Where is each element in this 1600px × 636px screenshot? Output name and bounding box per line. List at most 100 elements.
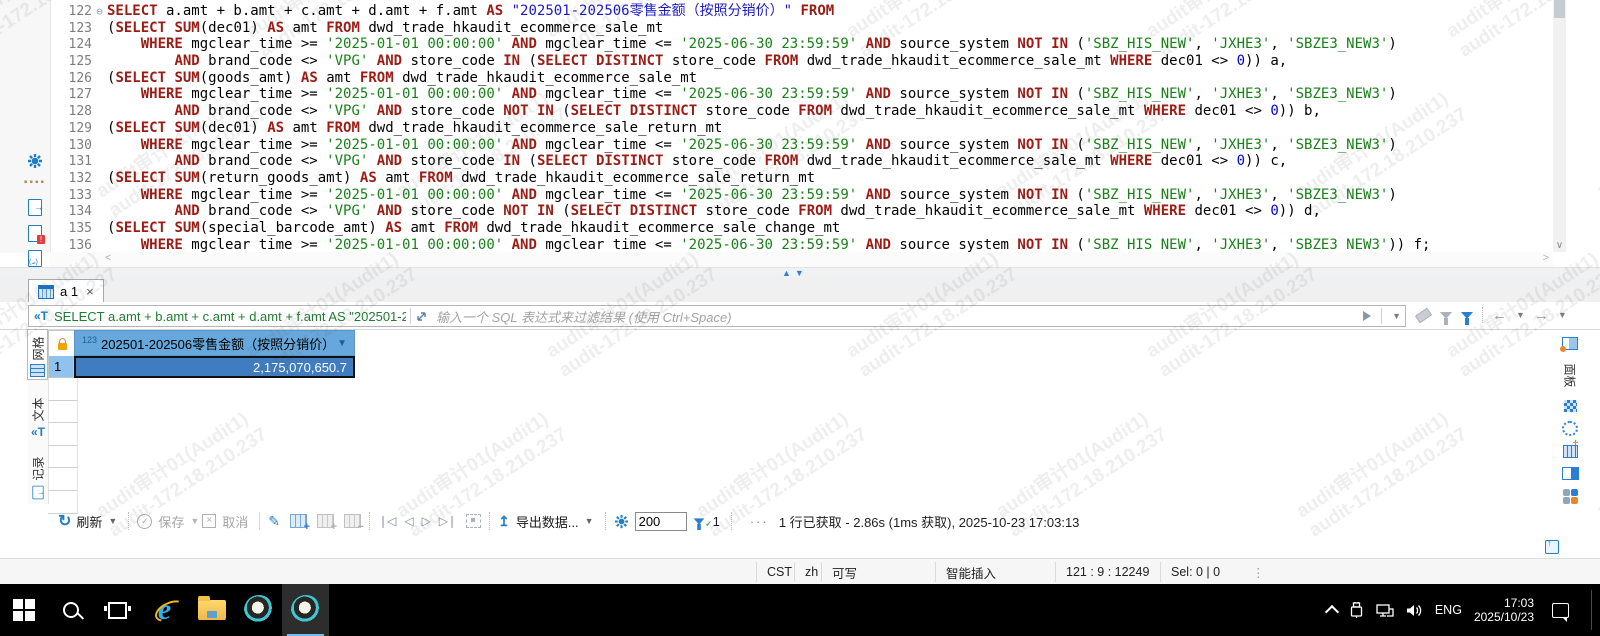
scroll-down-icon[interactable]: ∨ [1553, 239, 1566, 252]
expand-icon[interactable] [415, 310, 428, 323]
filter-history-caret-icon[interactable]: ▼ [1392, 311, 1401, 321]
filter-icon[interactable] [1461, 311, 1473, 325]
duplicate-row-icon[interactable] [317, 514, 337, 533]
forward-arrow-icon[interactable]: → [1534, 307, 1549, 324]
tray-expand-icon[interactable] [1324, 604, 1339, 619]
task-view-button[interactable] [94, 584, 141, 636]
export-data-button[interactable]: 导出数据... [516, 512, 579, 531]
script-error-icon[interactable] [26, 224, 45, 244]
search-button[interactable] [47, 584, 94, 636]
windows-logo-icon [12, 599, 35, 621]
tab-grid-view[interactable]: 网格 [27, 329, 48, 380]
close-icon[interactable]: × [86, 284, 94, 299]
tab-record-view[interactable]: 记录 [28, 452, 48, 501]
last-row-icon[interactable]: ▷❘ [439, 514, 457, 528]
cancel-button[interactable]: 取消 [222, 512, 248, 531]
dbeaver-icon [243, 595, 274, 625]
time: 17:03 [1503, 596, 1534, 610]
fetch-all-funnel-icon[interactable] [693, 517, 712, 530]
lock-icon [57, 337, 67, 350]
network-icon[interactable] [1376, 603, 1394, 618]
grid-value-cell[interactable]: 2,175,070,650.7 [74, 356, 355, 378]
fetch-settings-gear-icon[interactable] [614, 514, 629, 529]
internet-explorer-button[interactable]: e [141, 584, 188, 636]
scroll-right-icon[interactable]: > [1543, 252, 1549, 264]
back-caret-icon[interactable]: ▼ [1516, 310, 1525, 320]
cancel-icon: × [202, 514, 217, 528]
dbeaver-active-button[interactable] [282, 584, 329, 636]
status-bar: CST zh 可写 智能插入 121 : 9 : 12249 Sel: 0 | … [0, 558, 1600, 585]
line-number: 133 [68, 187, 92, 203]
results-tab-a1[interactable]: a 1 × [28, 279, 104, 303]
code-line: 135 (SELECT SUM(special_barcode_amt) AS a… [50, 220, 1553, 237]
scroll-left-icon[interactable]: < [105, 252, 111, 264]
overflow-dots-icon[interactable]: ··· [750, 514, 769, 529]
divider [730, 512, 732, 530]
refresh-button[interactable]: 刷新 [76, 512, 102, 531]
selection-cell: Sel: 0 | 0 [1160, 562, 1240, 582]
grid-column-header[interactable]: 123 202501-202506零售金额（按照分销价） ▼ [74, 330, 355, 356]
memory-status-icon[interactable] [1545, 538, 1559, 554]
splitter-collapse-icons[interactable]: ▲▼ [782, 268, 808, 278]
line-number: 134 [68, 204, 92, 220]
system-tray: ENG 17:03 2025/10/23 [1324, 590, 1600, 630]
refresh-icon[interactable]: ↻ [58, 511, 71, 531]
go-to-row-icon[interactable] [466, 514, 482, 528]
input-language-indicator[interactable]: ENG [1435, 603, 1462, 617]
execute-script-icon[interactable] [26, 198, 44, 216]
tab-text-view[interactable]: 文本 «T [28, 393, 48, 439]
code-line: 130 WHERE mgclear_time >= '2025-01-01 00… [50, 137, 1553, 154]
previous-row-icon[interactable]: ◁ [404, 514, 413, 528]
more-dots-icon: ▪▪▪▪ [23, 176, 47, 188]
clock[interactable]: 17:03 2025/10/23 [1474, 596, 1534, 624]
usb-icon[interactable] [1349, 602, 1364, 618]
fetch-size-input[interactable] [634, 511, 687, 531]
apply-filter-icon[interactable] [1363, 311, 1372, 321]
back-arrow-icon[interactable]: ← [1492, 307, 1507, 324]
statusbar-overflow-icon[interactable]: ⋮ [1252, 565, 1265, 580]
aggregate-panel-icon[interactable] [1562, 489, 1578, 504]
filter-placeholder: 输入一个 SQL 表达式来过滤结果 (使用 Ctrl+Space) [436, 309, 732, 325]
divider [1381, 308, 1383, 324]
refresh-caret-icon[interactable]: ▼ [108, 516, 117, 526]
show-desktop-divider[interactable] [1591, 590, 1592, 630]
edit-value-icon[interactable]: ✎ [268, 513, 280, 530]
sql-code-area[interactable]: 122 ⊖ SELECT a.amt + b.amt + c.amt + d.amt… [50, 3, 1553, 253]
filter-input[interactable]: «T SELECT a.amt + b.amt + c.amt + d.amt … [28, 305, 1406, 327]
chevron-down-icon[interactable]: ▼ [337, 338, 347, 349]
scrollbar-thumb[interactable] [1554, 0, 1565, 18]
divider [489, 512, 491, 530]
clear-filter-icon[interactable] [1414, 307, 1433, 323]
fold-collapse-icon[interactable]: ⊖ [92, 4, 107, 21]
insert-mode-cell: 智能插入 [935, 562, 1055, 582]
next-row-icon[interactable]: ▷ [422, 514, 431, 528]
save-caret-icon[interactable]: ▼ [190, 516, 199, 526]
start-button[interactable] [0, 584, 47, 636]
save-icon: ✓ [137, 513, 153, 529]
action-center-icon[interactable] [1552, 602, 1569, 622]
metadata-panel-icon[interactable] [1561, 466, 1579, 480]
save-button[interactable]: 保存 [158, 512, 184, 531]
filter-settings-icon[interactable] [1440, 311, 1452, 325]
file-explorer-button[interactable] [188, 584, 235, 636]
references-icon[interactable] [1562, 421, 1578, 437]
grid-corner-cell[interactable] [48, 330, 76, 358]
cursor-position-cell[interactable]: 121 : 9 : 12249 [1055, 562, 1160, 582]
export-caret-icon[interactable]: ▼ [585, 516, 594, 526]
editor-horizontal-scrollbar[interactable]: < > [50, 252, 1553, 267]
delete-row-icon[interactable] [344, 514, 364, 533]
first-row-icon[interactable]: ❘◁ [378, 514, 396, 528]
add-row-icon[interactable] [290, 514, 310, 533]
editor-vertical-scrollbar[interactable]: ∨ [1553, 0, 1566, 252]
panels-icon[interactable] [1560, 337, 1578, 353]
speaker-icon[interactable] [1406, 603, 1423, 618]
dbeaver-button[interactable] [235, 584, 282, 636]
gear-icon[interactable] [26, 152, 44, 170]
grid-row-header[interactable]: 1 [48, 356, 74, 378]
sql-editor[interactable]: ▪▪▪▪ 122⊖SELECT a.amt + b.amt + c.amt + … [0, 0, 1600, 268]
forward-caret-icon[interactable]: ▼ [1558, 310, 1567, 320]
line-number: 131 [68, 154, 92, 170]
calc-panel-icon[interactable] [1562, 438, 1579, 458]
script-record-icon[interactable] [26, 249, 44, 267]
value-view-icon[interactable] [1563, 400, 1577, 413]
